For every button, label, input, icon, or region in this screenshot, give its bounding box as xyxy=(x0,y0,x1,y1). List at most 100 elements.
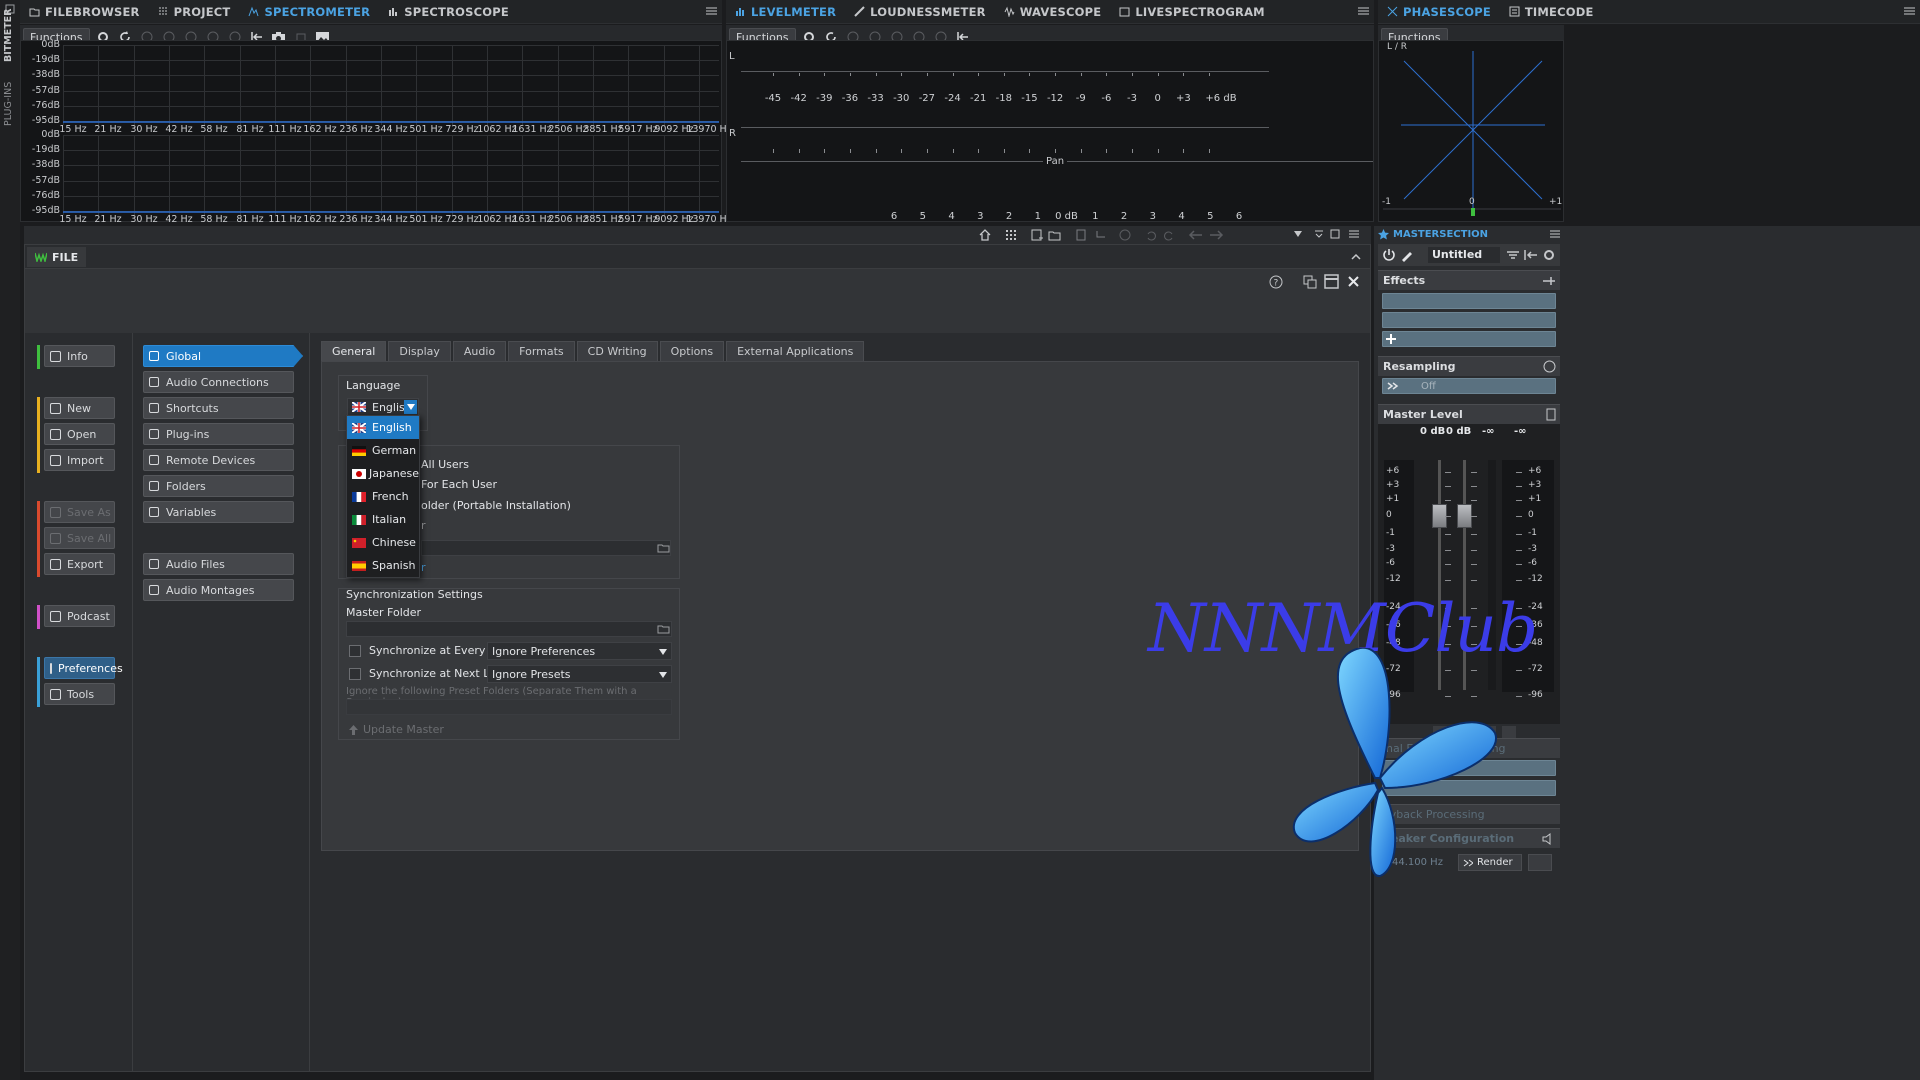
nav-preferences[interactable]: Preferences xyxy=(44,657,123,679)
section-shortcuts[interactable]: Shortcuts xyxy=(143,397,294,419)
language-option-chinese[interactable]: Chinese xyxy=(347,531,419,554)
option-each-user[interactable]: For Each User xyxy=(421,478,497,491)
resampling-header[interactable]: Resampling xyxy=(1378,356,1560,376)
tab-general[interactable]: General xyxy=(321,341,387,361)
tab-spectrometer[interactable]: SPECTROMETER xyxy=(239,0,379,24)
ignore-folders-field[interactable] xyxy=(346,699,672,715)
redo-icon[interactable] xyxy=(1162,228,1176,242)
help-icon[interactable]: ? xyxy=(1269,275,1283,289)
close-icon[interactable] xyxy=(1347,275,1360,288)
nav-export[interactable]: Export xyxy=(44,553,115,575)
section-folders[interactable]: Folders xyxy=(143,475,294,497)
nav-tools[interactable]: Tools xyxy=(44,683,115,705)
language-option-spanish[interactable]: Spanish xyxy=(347,554,419,577)
grid-icon[interactable] xyxy=(1004,228,1018,242)
open-folder-icon[interactable] xyxy=(1048,228,1062,242)
history-icon[interactable] xyxy=(1118,228,1132,242)
panel-menu-icon[interactable] xyxy=(1903,5,1916,18)
nav-import[interactable]: Import xyxy=(44,449,115,471)
tab-spectroscope[interactable]: SPECTROSCOPE xyxy=(379,0,518,24)
chevron-down-icon[interactable] xyxy=(1294,231,1302,237)
maximize-icon[interactable] xyxy=(1330,229,1340,239)
tab-project[interactable]: PROJECT xyxy=(149,0,240,24)
preset-name[interactable]: Untitled xyxy=(1428,247,1500,263)
option-link[interactable]: r xyxy=(421,561,426,574)
new-file-icon[interactable] xyxy=(1030,228,1044,242)
collapse-icon[interactable] xyxy=(1314,229,1324,239)
home-icon[interactable] xyxy=(978,228,992,242)
tab-display[interactable]: Display xyxy=(388,341,451,361)
effect-slot-2[interactable] xyxy=(1382,312,1556,328)
forward-arrow-icon[interactable] xyxy=(1208,228,1224,242)
master-level-header[interactable]: Master Level xyxy=(1378,404,1560,424)
section-remote-devices[interactable]: Remote Devices xyxy=(143,449,294,471)
panel-menu-icon[interactable] xyxy=(1348,229,1360,239)
sync-every-launch-checkbox[interactable] xyxy=(349,644,361,657)
folder-icon[interactable] xyxy=(657,623,670,634)
folder-icon[interactable] xyxy=(657,542,670,553)
section-audio-files[interactable]: Audio Files xyxy=(143,553,294,575)
side-tab-bitmeter[interactable]: BITMETER xyxy=(3,9,14,62)
duplicate-window-icon[interactable] xyxy=(1303,275,1317,289)
render-options-icon[interactable] xyxy=(1528,854,1552,871)
meter-toggle-icon[interactable] xyxy=(1546,408,1556,421)
tab-livespectrogram[interactable]: LIVESPECTROGRAM xyxy=(1110,0,1273,24)
nav-podcast[interactable]: Podcast xyxy=(44,605,115,627)
float-window-icon[interactable] xyxy=(1324,274,1339,289)
resampling-slot[interactable]: Off xyxy=(1382,378,1556,394)
panel-menu-icon[interactable] xyxy=(1357,5,1370,18)
tab-timecode[interactable]: TIMECODE xyxy=(1500,0,1603,24)
effect-slot-add[interactable] xyxy=(1382,331,1556,347)
tab-cd-writing[interactable]: CD Writing xyxy=(576,341,658,361)
effects-header[interactable]: Effects xyxy=(1378,270,1560,290)
side-tab-plugins[interactable]: PLUG-INS xyxy=(3,82,14,126)
tab-levelmeter[interactable]: LEVELMETER xyxy=(726,0,845,24)
tab-phasescope[interactable]: PHASESCOPE xyxy=(1378,0,1500,24)
undo-icon[interactable] xyxy=(1144,228,1158,242)
sync-next-launch-dropdown[interactable]: Ignore Presets xyxy=(487,665,672,683)
sync-next-launch-checkbox[interactable] xyxy=(349,667,361,680)
nav-save-as[interactable]: Save As xyxy=(44,501,115,523)
file-tab[interactable]: FILE xyxy=(27,247,87,267)
option-all-users[interactable]: All Users xyxy=(421,458,469,471)
nav-info[interactable]: Info xyxy=(44,345,115,367)
dropdown-arrow-icon[interactable] xyxy=(404,400,417,414)
master-folder-field[interactable] xyxy=(346,621,672,637)
option-custom[interactable]: r xyxy=(421,519,426,532)
tab-options[interactable]: Options xyxy=(659,341,725,361)
tab-filebrowser[interactable]: FILEBROWSER xyxy=(20,0,149,24)
tab-formats[interactable]: Formats xyxy=(508,341,575,361)
update-master-button[interactable]: Update Master xyxy=(349,723,444,736)
language-dropdown[interactable]: English xyxy=(347,398,419,416)
nav-new[interactable]: New xyxy=(44,397,115,419)
tab-external-applications[interactable]: External Applications xyxy=(726,341,865,361)
mastersection-tab[interactable]: MASTERSECTION xyxy=(1378,226,1564,242)
revert-icon[interactable] xyxy=(1094,228,1108,242)
settings-icon[interactable] xyxy=(1542,248,1556,262)
custom-folder-field[interactable] xyxy=(421,540,671,556)
section-global[interactable]: Global xyxy=(143,345,303,367)
save-icon[interactable] xyxy=(1074,228,1088,242)
option-portable[interactable]: older (Portable Installation) xyxy=(421,499,571,512)
section-plug-ins[interactable]: Plug-ins xyxy=(143,423,294,445)
language-option-english[interactable]: English xyxy=(347,416,419,439)
section-audio-montages[interactable]: Audio Montages xyxy=(143,579,294,601)
tab-audio[interactable]: Audio xyxy=(452,341,507,361)
power-icon[interactable] xyxy=(1382,248,1396,262)
effects-menu-icon[interactable] xyxy=(1542,276,1556,286)
tab-loudnessmeter[interactable]: LOUDNESSMETER xyxy=(845,0,995,24)
nav-save-all[interactable]: Save All xyxy=(44,527,115,549)
section-variables[interactable]: Variables xyxy=(143,501,294,523)
back-arrow-icon[interactable] xyxy=(1188,228,1204,242)
effect-slot-1[interactable] xyxy=(1382,293,1556,309)
language-option-french[interactable]: French xyxy=(347,485,419,508)
fader-right[interactable] xyxy=(1457,504,1472,528)
language-option-german[interactable]: German xyxy=(347,439,419,462)
panel-menu-icon[interactable] xyxy=(1550,229,1560,239)
panel-menu-icon[interactable] xyxy=(705,5,718,18)
section-audio-connections[interactable]: Audio Connections xyxy=(143,371,294,393)
chevron-up-icon[interactable] xyxy=(1351,253,1361,260)
tab-wavescope[interactable]: WAVESCOPE xyxy=(995,0,1111,24)
nav-open[interactable]: Open xyxy=(44,423,115,445)
presets-icon[interactable] xyxy=(1506,249,1520,261)
